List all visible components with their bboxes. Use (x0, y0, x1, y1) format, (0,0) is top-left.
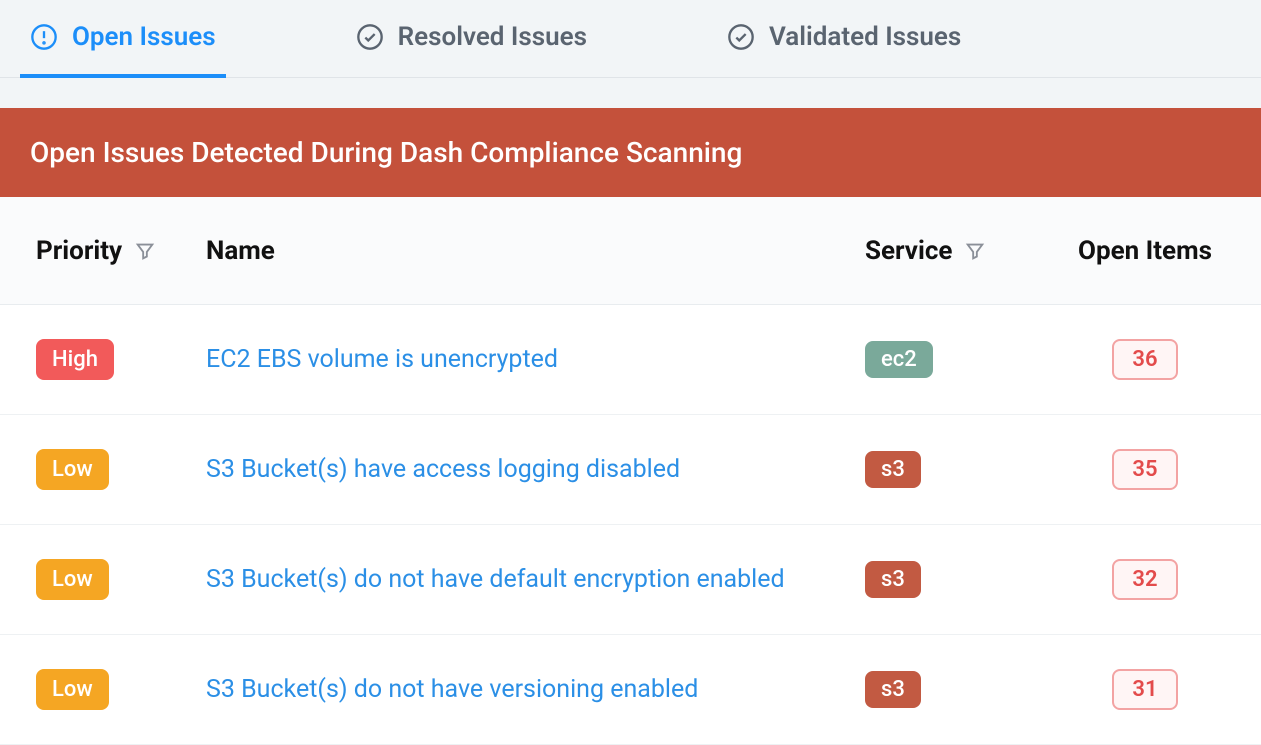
cell-name: S3 Bucket(s) do not have versioning enab… (206, 675, 865, 704)
cell-open-items: 36 (1065, 339, 1225, 380)
priority-badge: Low (36, 449, 109, 490)
cell-priority: Low (36, 559, 206, 600)
cell-priority: High (36, 339, 206, 380)
priority-badge: Low (36, 559, 109, 600)
cell-name: S3 Bucket(s) have access logging disable… (206, 455, 865, 484)
col-header-label: Priority (36, 236, 122, 266)
alert-circle-icon (30, 23, 58, 51)
col-header-service[interactable]: Service (865, 236, 1065, 266)
issue-link[interactable]: S3 Bucket(s) have access logging disable… (206, 455, 680, 484)
tab-validated-issues[interactable]: Validated Issues (717, 0, 971, 78)
cell-open-items: 32 (1065, 559, 1225, 600)
cell-name: EC2 EBS volume is unencrypted (206, 345, 865, 374)
tab-label: Resolved Issues (398, 22, 587, 52)
open-items-badge: 36 (1112, 339, 1177, 380)
cell-service: ec2 (865, 341, 1065, 378)
col-header-label: Open Items (1078, 236, 1212, 266)
cell-priority: Low (36, 449, 206, 490)
open-items-badge: 35 (1112, 449, 1177, 490)
table-row: Low S3 Bucket(s) do not have default encr… (0, 525, 1261, 635)
tab-open-issues[interactable]: Open Issues (20, 0, 226, 78)
priority-badge: High (36, 339, 114, 380)
issue-link[interactable]: EC2 EBS volume is unencrypted (206, 345, 558, 374)
cell-service: s3 (865, 671, 1065, 708)
cell-priority: Low (36, 669, 206, 710)
col-header-name: Name (206, 236, 865, 266)
filter-icon[interactable] (964, 240, 986, 262)
col-header-open-items: Open Items (1065, 236, 1225, 266)
priority-badge: Low (36, 669, 109, 710)
open-items-badge: 31 (1112, 669, 1177, 710)
col-header-label: Name (206, 236, 275, 266)
open-items-badge: 32 (1112, 559, 1177, 600)
table-row: Low S3 Bucket(s) do not have versioning e… (0, 635, 1261, 745)
cell-open-items: 35 (1065, 449, 1225, 490)
cell-service: s3 (865, 561, 1065, 598)
tab-resolved-issues[interactable]: Resolved Issues (346, 0, 597, 78)
cell-open-items: 31 (1065, 669, 1225, 710)
tab-label: Validated Issues (769, 22, 961, 52)
cell-name: S3 Bucket(s) do not have default encrypt… (206, 565, 865, 594)
cell-service: s3 (865, 451, 1065, 488)
table-header: Priority Name Service Open Items (0, 197, 1261, 305)
banner-title: Open Issues Detected During Dash Complia… (0, 108, 1261, 197)
issues-table: Priority Name Service Open Items High EC2… (0, 197, 1261, 745)
filter-icon[interactable] (134, 240, 156, 262)
issue-link[interactable]: S3 Bucket(s) do not have versioning enab… (206, 675, 698, 704)
col-header-priority[interactable]: Priority (36, 236, 206, 266)
service-badge: s3 (865, 671, 921, 708)
service-badge: s3 (865, 451, 921, 488)
tabs-bar: Open Issues Resolved Issues Validated Is… (0, 0, 1261, 78)
tab-label: Open Issues (72, 22, 216, 52)
service-badge: ec2 (865, 341, 933, 378)
col-header-label: Service (865, 236, 952, 266)
service-badge: s3 (865, 561, 921, 598)
check-circle-icon (727, 23, 755, 51)
table-row: High EC2 EBS volume is unencrypted ec2 36 (0, 305, 1261, 415)
table-row: Low S3 Bucket(s) have access logging disa… (0, 415, 1261, 525)
check-circle-icon (356, 23, 384, 51)
issue-link[interactable]: S3 Bucket(s) do not have default encrypt… (206, 565, 785, 594)
